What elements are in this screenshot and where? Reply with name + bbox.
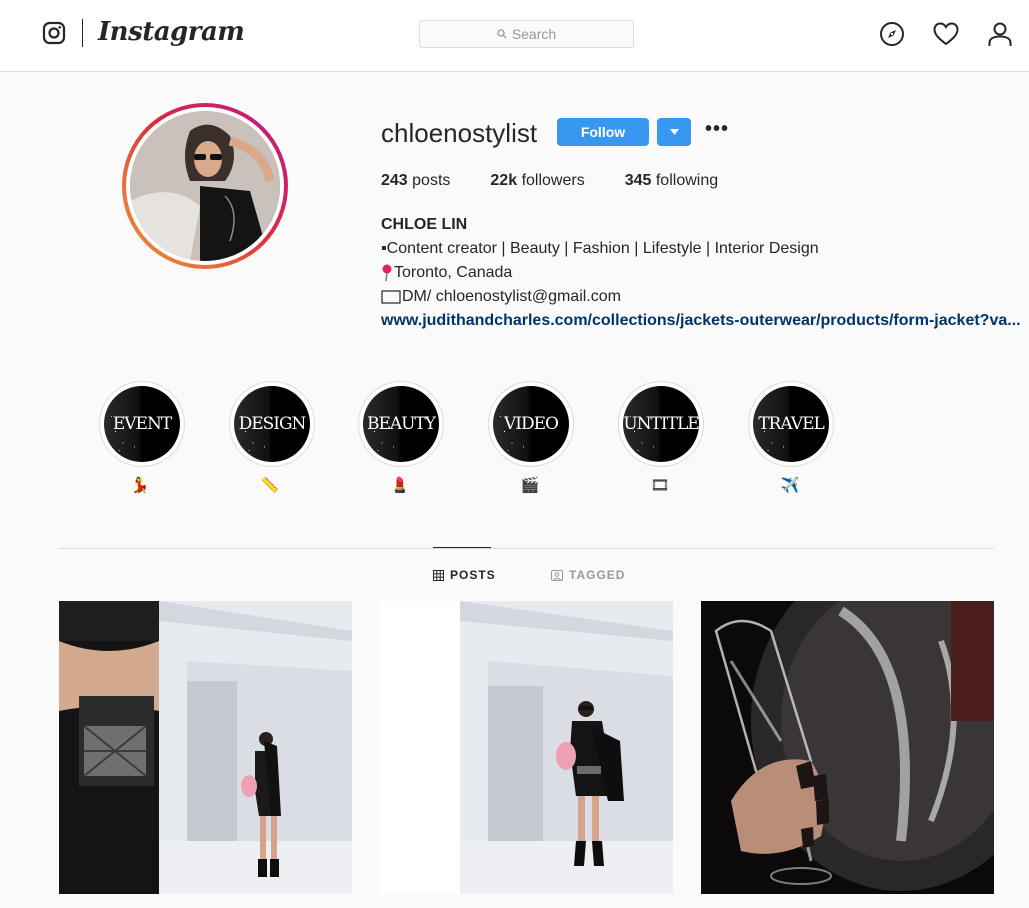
highlight-design[interactable]: DESIGN xyxy=(229,381,315,467)
highlight-title: BEAUTY xyxy=(366,414,436,434)
post-image xyxy=(380,601,673,894)
profile-full-name: CHLOE LIN xyxy=(381,216,468,233)
instagram-logo-icon[interactable] xyxy=(42,21,66,45)
suggested-dropdown-button[interactable] xyxy=(657,118,691,146)
highlight-title: EVENT xyxy=(112,414,172,434)
tab-tagged[interactable]: TAGGED xyxy=(551,568,625,582)
highlight-event[interactable]: EVENT xyxy=(99,381,185,467)
posts-stat: 243 posts xyxy=(381,172,450,190)
following-count: 345 xyxy=(624,172,652,189)
followers-count: 22k xyxy=(490,172,518,189)
highlight-label-film-icon[interactable]: 🎞 xyxy=(617,476,703,496)
posts-stat-label: posts xyxy=(412,172,451,189)
highlight-label-airplane-icon[interactable]: ✈️ xyxy=(747,476,833,496)
bio-line-location: Toronto, Canada xyxy=(381,261,1021,285)
profile-stats: 243 posts 22k followers 345 following xyxy=(381,172,718,190)
bio-line-contact: DM/ chloenostylist@gmail.com xyxy=(381,285,1021,309)
highlight-label-lipstick-icon[interactable]: 💄 xyxy=(357,476,443,496)
explore-compass-icon[interactable] xyxy=(879,21,905,47)
highlight-beauty[interactable]: BEAUTY xyxy=(358,381,444,467)
post-thumbnail[interactable] xyxy=(701,601,994,894)
highlight-label-dancer-icon[interactable]: 💃 xyxy=(97,476,183,496)
following-stat-label: following xyxy=(655,172,719,189)
post-thumbnail[interactable] xyxy=(380,601,673,894)
tagged-person-icon xyxy=(551,569,563,581)
followers-stat[interactable]: 22k followers xyxy=(490,172,584,190)
post-image xyxy=(59,601,352,894)
profile-avatar[interactable] xyxy=(122,103,288,269)
profile-username: chloenostylist xyxy=(381,118,538,148)
highlight-title: VIDEO xyxy=(504,414,559,434)
profile-person-icon[interactable] xyxy=(987,21,1013,47)
tab-posts[interactable]: POSTS xyxy=(433,568,496,582)
tab-tagged-label: TAGGED xyxy=(569,568,626,582)
profile-bio: CHLOE LIN ▪Content creator | Beauty | Fa… xyxy=(381,213,1021,333)
active-tab-indicator xyxy=(433,547,491,548)
highlight-untitle[interactable]: UNTITLE xyxy=(618,381,704,467)
search-icon xyxy=(497,29,507,39)
profile-photo xyxy=(130,111,280,261)
highlight-label-ruler-icon[interactable]: 📏 xyxy=(227,476,313,496)
tab-posts-label: POSTS xyxy=(450,568,496,582)
instagram-wordmark[interactable]: Instagram xyxy=(98,17,245,47)
bio-location-text: Toronto, Canada xyxy=(394,264,513,281)
highlight-label-clapper-icon[interactable]: 🎬 xyxy=(487,476,573,496)
highlight-title: UNTITLE xyxy=(623,414,699,434)
followers-stat-label: followers xyxy=(521,172,585,189)
follow-button[interactable]: Follow xyxy=(557,118,649,146)
bio-line-description: ▪Content creator | Beauty | Fashion | Li… xyxy=(381,240,819,257)
following-stat[interactable]: 345 following xyxy=(625,172,718,190)
post-thumbnail[interactable] xyxy=(59,601,352,894)
top-navigation-bar: Instagram Search xyxy=(0,0,1029,72)
search-input[interactable]: Search xyxy=(419,20,634,48)
caret-down-icon xyxy=(669,129,679,135)
highlight-video[interactable]: VIDEO xyxy=(488,381,574,467)
logo-divider xyxy=(82,19,83,47)
highlight-title: TRAVEL xyxy=(758,414,825,434)
activity-heart-icon[interactable] xyxy=(933,21,959,47)
search-placeholder: Search xyxy=(511,26,557,42)
laptop-icon xyxy=(381,290,401,304)
highlight-travel[interactable]: TRAVEL xyxy=(748,381,834,467)
tabs-divider xyxy=(59,548,994,549)
bio-website-link[interactable]: www.judithandcharles.com/collections/jac… xyxy=(381,309,1021,333)
grid-icon xyxy=(433,569,444,581)
highlight-title: DESIGN xyxy=(238,414,307,434)
post-image xyxy=(701,601,994,894)
more-options-button[interactable]: ••• xyxy=(705,119,729,139)
round-pushpin-icon xyxy=(382,264,392,282)
bio-contact-text: DM/ chloenostylist@gmail.com xyxy=(402,288,621,305)
posts-count: 243 xyxy=(381,172,408,189)
